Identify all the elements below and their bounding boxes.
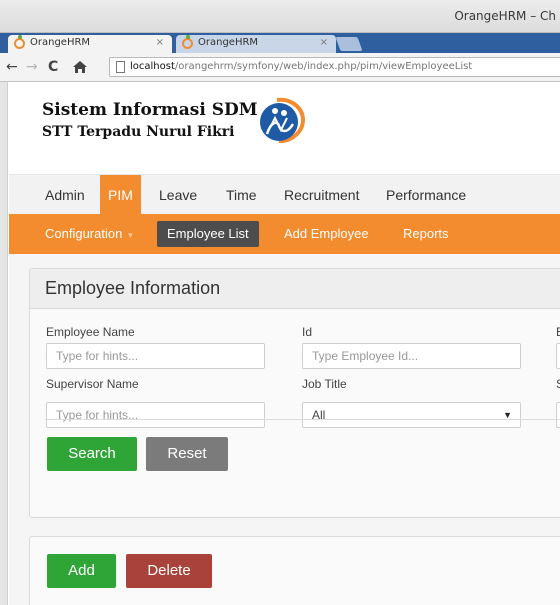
browser-toolbar: ← → C localhost/orangehrm/symfony/web/in… <box>0 53 560 82</box>
submenu-configuration-label: Configuration <box>45 226 123 241</box>
tab-strip: OrangeHRM × OrangeHRM × <box>0 33 560 53</box>
submenu-employee-list[interactable]: Employee List <box>157 221 259 247</box>
institution-logo-icon <box>260 97 306 144</box>
dropdown-arrow-icon: ▼ <box>503 410 512 420</box>
menu-time[interactable]: Time <box>226 175 257 215</box>
panel-title: Employee Information <box>45 278 221 298</box>
menu-performance[interactable]: Performance <box>386 175 466 215</box>
url-path: /orangehrm/symfony/web/index.php/pim/vie… <box>174 61 473 72</box>
address-bar[interactable]: localhost/orangehrm/symfony/web/index.ph… <box>109 57 560 77</box>
employment-status-select-fragment[interactable] <box>556 343 560 369</box>
search-button[interactable]: Search <box>47 437 137 471</box>
id-label: Id <box>302 325 313 339</box>
brand-title: Sistem Informasi SDM <box>42 100 258 120</box>
tab-label: OrangeHRM <box>198 37 259 48</box>
browser-tab-inactive[interactable]: OrangeHRM × <box>176 35 336 53</box>
site-header: Sistem Informasi SDM STT Terpadu Nurul F… <box>9 82 560 174</box>
delete-button[interactable]: Delete <box>126 554 212 588</box>
supervisor-name-input[interactable]: Type for hints... <box>46 402 265 428</box>
back-arrow-icon[interactable]: ← <box>6 59 18 75</box>
url-host: localhost <box>130 61 175 72</box>
browser-tab-active[interactable]: OrangeHRM × <box>8 35 172 53</box>
sub-unit-select-fragment[interactable] <box>556 402 560 428</box>
url-text: localhost/orangehrm/symfony/web/index.ph… <box>130 61 472 72</box>
home-icon[interactable] <box>72 60 88 74</box>
orangehrm-favicon-icon <box>182 35 193 49</box>
form-divider <box>45 419 560 420</box>
sub-menu: Configuration ▼ Employee List Add Employe… <box>9 214 560 254</box>
tab-close-icon[interactable]: × <box>156 37 164 48</box>
employment-status-label-fragment: E <box>556 325 560 339</box>
employee-id-placeholder: Type Employee Id... <box>312 349 419 363</box>
new-tab-button[interactable] <box>335 37 363 51</box>
employee-name-placeholder: Type for hints... <box>56 349 139 363</box>
employee-id-input[interactable]: Type Employee Id... <box>302 343 521 369</box>
window-titlebar: OrangeHRM – Ch <box>0 0 560 33</box>
content-area: Employee Information Employee Name Type … <box>9 254 560 605</box>
employee-information-panel: Employee Information Employee Name Type … <box>29 268 560 518</box>
orangehrm-favicon-icon <box>14 35 25 49</box>
add-button[interactable]: Add <box>47 554 116 588</box>
job-title-select[interactable]: All ▼ <box>302 402 521 428</box>
tab-label: OrangeHRM <box>30 37 91 48</box>
employee-name-label: Employee Name <box>46 325 135 339</box>
sub-unit-label-fragment: S <box>556 377 560 391</box>
reset-button[interactable]: Reset <box>146 437 228 471</box>
menu-admin[interactable]: Admin <box>45 175 85 215</box>
reload-icon[interactable]: C <box>48 59 58 75</box>
forward-arrow-icon[interactable]: → <box>26 59 38 75</box>
tab-close-icon[interactable]: × <box>320 37 328 48</box>
caret-down-icon: ▼ <box>126 231 135 240</box>
job-title-label: Job Title <box>302 377 347 391</box>
brand-subtitle: STT Terpadu Nurul Fikri <box>42 124 235 140</box>
submenu-reports[interactable]: Reports <box>403 221 449 247</box>
main-menu: Admin PIM Leave Time Recruitment Perform… <box>9 174 560 215</box>
window-title: OrangeHRM – Ch <box>454 9 556 23</box>
browser-frame-edge <box>0 82 8 605</box>
submenu-configuration[interactable]: Configuration ▼ <box>45 221 134 247</box>
panel-header: Employee Information <box>30 269 560 309</box>
supervisor-name-label: Supervisor Name <box>46 377 139 391</box>
submenu-add-employee[interactable]: Add Employee <box>284 221 369 247</box>
menu-recruitment[interactable]: Recruitment <box>284 175 359 215</box>
menu-leave[interactable]: Leave <box>159 175 197 215</box>
menu-pim[interactable]: PIM <box>100 175 141 215</box>
page-icon <box>116 61 125 73</box>
employee-list-actions-panel: Add Delete <box>29 536 560 605</box>
employee-name-input[interactable]: Type for hints... <box>46 343 265 369</box>
